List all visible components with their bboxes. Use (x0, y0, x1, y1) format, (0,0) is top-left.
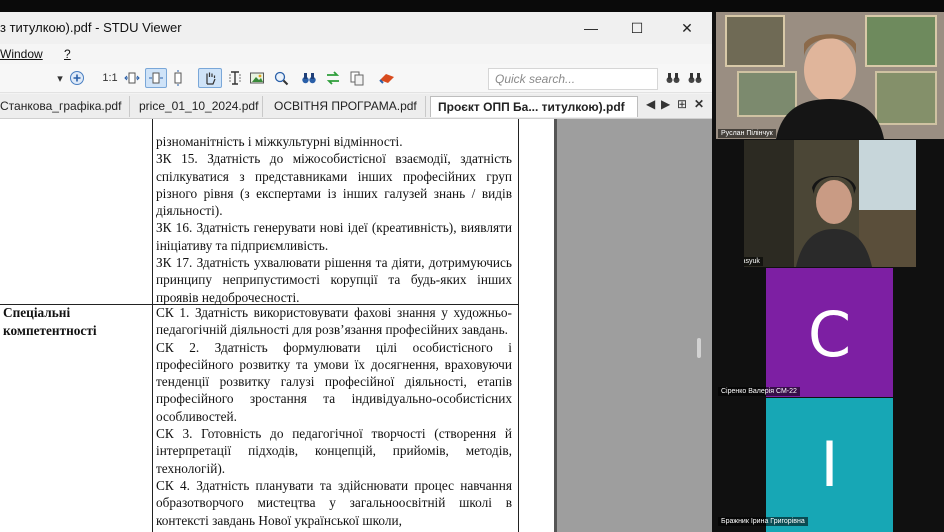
copy-pages-icon[interactable] (348, 69, 366, 87)
tab-proiekt-opp[interactable]: Проєкт ОПП Ба... титулкою).pdf (430, 96, 638, 117)
viewer-background (557, 119, 712, 532)
select-image-icon[interactable] (248, 69, 266, 87)
participant-name-2: Irina Krasyuk (744, 257, 763, 266)
find-binoculars-icon[interactable] (300, 69, 318, 87)
video-call-participants-panel: Руслан Пілінчук Irina Krasyuk С Сіренко … (712, 12, 944, 532)
actual-size-button[interactable]: 1:1 (100, 69, 120, 87)
menu-window-label: Window (0, 47, 43, 61)
close-button[interactable]: ✕ (664, 12, 710, 44)
participant-initial-4: І (820, 428, 839, 501)
title-bar: з титулкою).pdf - STDU Viewer — ☐ ✕ (0, 12, 712, 44)
vertical-scrollbar-thumb[interactable] (697, 338, 701, 358)
quick-search-placeholder: Quick search... (495, 72, 576, 86)
minimize-button[interactable]: — (568, 12, 614, 44)
zoom-area-icon[interactable] (272, 69, 290, 87)
general-competences-cell: різноманітність і міжкультурні відміннос… (156, 133, 512, 306)
fit-width-icon[interactable] (123, 69, 141, 87)
hand-tool-icon[interactable] (198, 68, 222, 88)
menu-bar: Window ? (0, 44, 712, 64)
competence-sk2: СК 2. Здатність формулювати цілі особист… (156, 339, 512, 424)
sync-arrows-icon[interactable] (324, 69, 342, 87)
tab-list-icon[interactable]: ⊞ (677, 97, 687, 111)
participant-initial-3: С (807, 298, 852, 371)
tab-scroll-left-icon[interactable]: ◀ (646, 97, 655, 111)
quick-search-input[interactable]: Quick search... (488, 68, 658, 90)
maximize-button[interactable]: ☐ (614, 12, 660, 44)
participant-tile-3[interactable]: С (766, 268, 893, 397)
fit-page-icon[interactable] (145, 68, 167, 88)
competence-zk17: ЗК 17. Здатність ухвалювати рішення та д… (156, 255, 512, 305)
menu-help[interactable]: ? (64, 47, 71, 61)
participant-name-1: Руслан Пілінчук (718, 129, 776, 138)
tab-osvitnia-prohrama[interactable]: ОСВІТНЯ ПРОГРАМА.pdf (274, 96, 426, 117)
menu-help-label: ? (64, 47, 71, 61)
pdf-page-view[interactable]: різноманітність і міжкультурні відміннос… (0, 119, 554, 532)
competence-zk16: ЗК 16. Здатність генерувати нові ідеї (к… (156, 220, 512, 253)
special-competences-cell: СК 1. Здатність використовувати фахові з… (156, 304, 512, 529)
tab-scroll-right-icon[interactable]: ▶ (661, 97, 670, 111)
participant-tile-4[interactable]: І (766, 398, 893, 532)
document-tab-bar: Станкова_графіка.pdf price_01_10_2024.pd… (0, 94, 712, 119)
menu-window[interactable]: Window (0, 47, 43, 61)
participant-name-3: Сіренко Валерія СМ-22 (718, 387, 800, 396)
participant-video-1 (716, 12, 944, 139)
window-title: з титулкою).pdf - STDU Viewer (0, 20, 182, 35)
competence-zk15: ЗК 15. Здатність до міжособистісної взає… (156, 151, 512, 219)
search-next-icon[interactable] (686, 69, 704, 87)
toolbar: ▾ 1:1 Quick search... (0, 64, 712, 93)
competence-sk3: СК 3. Готовність до педагогічної творчос… (156, 426, 512, 476)
stdu-viewer-window: з титулкою).pdf - STDU Viewer — ☐ ✕ Wind… (0, 12, 712, 532)
fit-height-icon[interactable] (170, 69, 186, 87)
participant-tile-1[interactable]: Руслан Пілінчук (716, 12, 944, 139)
table-column-divider (152, 119, 153, 532)
table-right-border (518, 119, 519, 532)
participant-name-4: Бражник Ірина Григорівна (718, 517, 808, 526)
tab-close-icon[interactable]: ✕ (694, 97, 704, 111)
select-text-icon[interactable] (226, 69, 244, 87)
zoom-in-icon[interactable] (68, 69, 86, 87)
competence-sk1: СК 1. Здатність використовувати фахові з… (156, 305, 512, 338)
tab-stankova-grafika[interactable]: Станкова_графіка.pdf (0, 96, 130, 117)
top-black-strip (0, 0, 944, 12)
competence-line: різноманітність і міжкультурні відміннос… (156, 134, 403, 149)
bookmark-marker-icon[interactable] (377, 69, 397, 87)
competence-sk4: СК 4. Здатність планувати та здійснювати… (156, 477, 512, 528)
tab-price[interactable]: price_01_10_2024.pdf (139, 96, 263, 117)
special-competences-label-1: Спеціальні (3, 305, 71, 320)
search-previous-icon[interactable] (664, 69, 682, 87)
participant-tile-2[interactable]: Irina Krasyuk (744, 140, 916, 267)
special-competences-label-2: компетентності (3, 323, 97, 338)
participant-video-2 (744, 140, 916, 267)
zoom-dropdown-arrow-icon[interactable]: ▾ (54, 69, 66, 87)
